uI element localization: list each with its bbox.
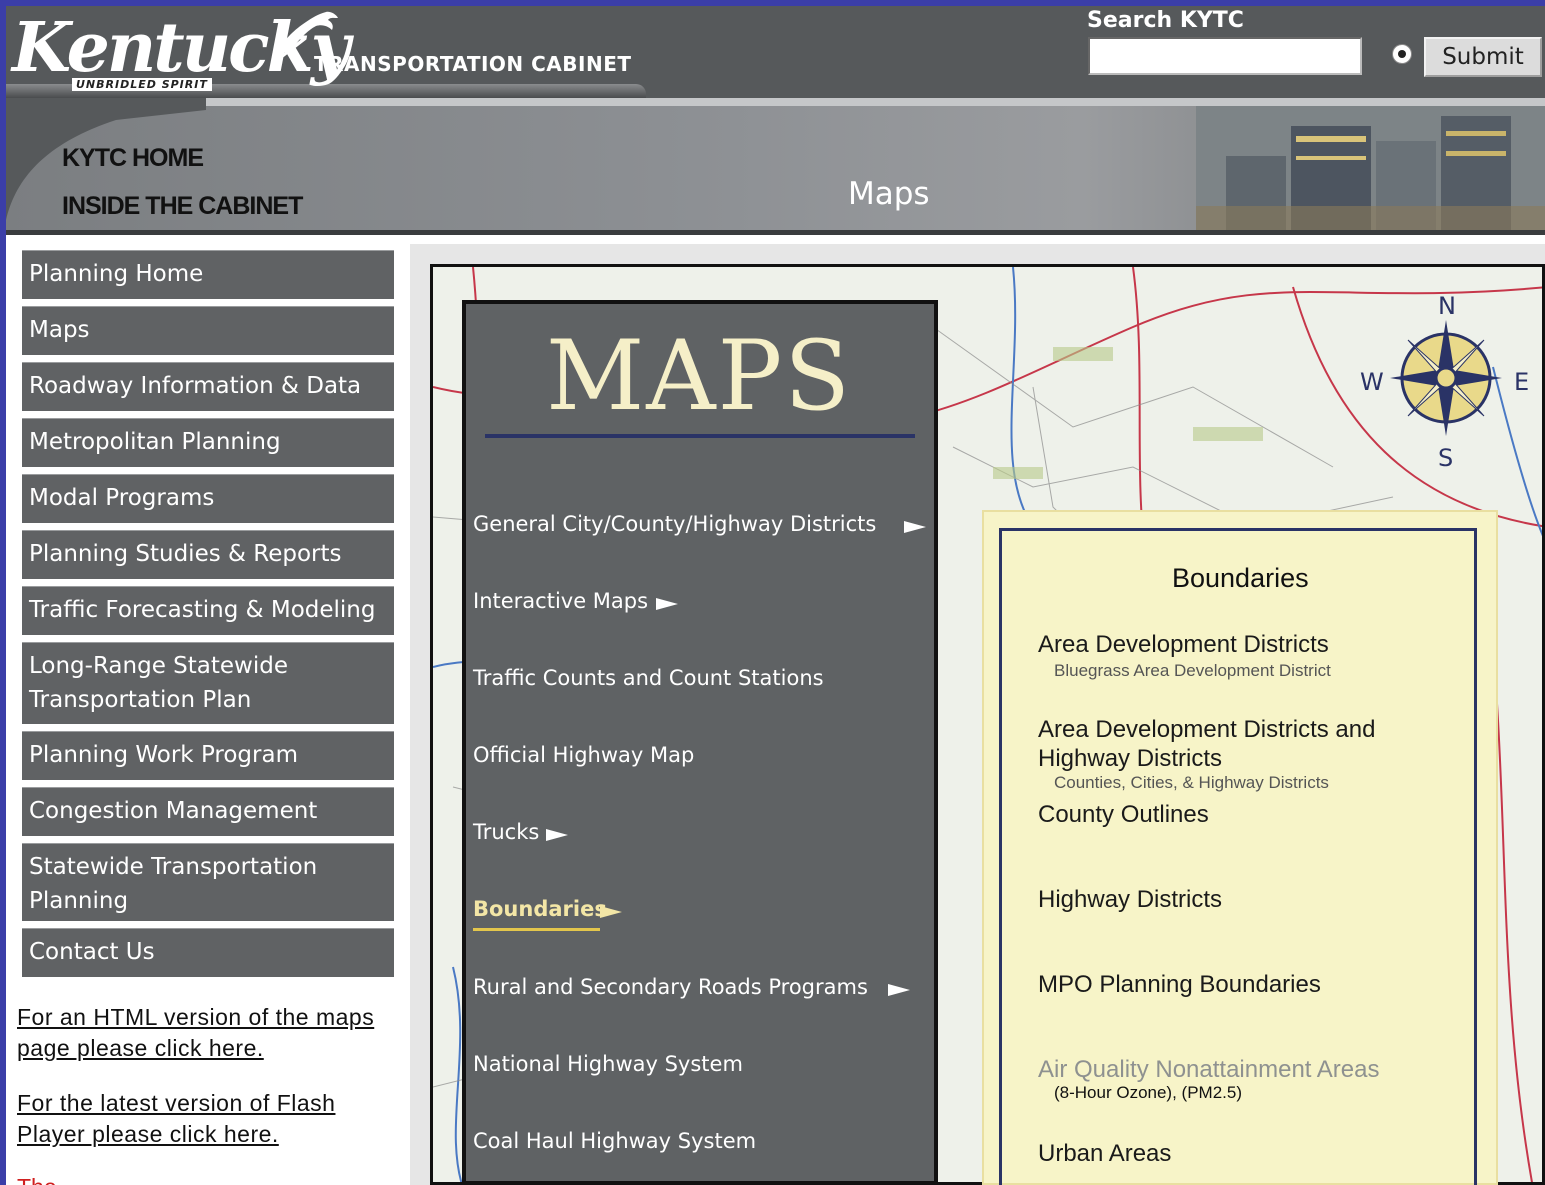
sidebar-item-traffic-forecasting[interactable]: Traffic Forecasting & Modeling bbox=[22, 586, 394, 635]
search-label: Search KYTC bbox=[1087, 8, 1244, 33]
sidebar-item-statewide-planning[interactable]: Statewide Transportation Planning bbox=[22, 843, 394, 921]
skyline-image bbox=[1196, 106, 1545, 234]
boundary-link-urban-areas[interactable]: Urban Areas bbox=[1038, 1139, 1171, 1168]
maps-item-trucks[interactable]: Trucks bbox=[473, 820, 539, 844]
maps-item-official-highway-map[interactable]: Official Highway Map bbox=[473, 743, 694, 767]
boundary-link-highway-districts[interactable]: Highway Districts bbox=[1038, 885, 1222, 914]
search-scope-radio[interactable] bbox=[1392, 44, 1412, 64]
boundary-desc-adds: Bluegrass Area Development District bbox=[1054, 661, 1331, 680]
sidebar-links: For an HTML version of the maps page ple… bbox=[17, 1002, 397, 1174]
sidebar-item-modal-programs[interactable]: Modal Programs bbox=[22, 474, 394, 523]
maps-title: MAPS bbox=[546, 320, 852, 432]
sidebar-item-maps[interactable]: Maps bbox=[22, 306, 394, 355]
compass-s-label: S bbox=[1438, 444, 1453, 472]
compass-rose-icon: N S E W bbox=[1360, 292, 1529, 472]
sidebar-item-congestion-management[interactable]: Congestion Management bbox=[22, 787, 394, 836]
maps-item-boundaries[interactable]: Boundaries bbox=[473, 897, 607, 921]
maps-item-rural-secondary-roads[interactable]: Rural and Secondary Roads Programs bbox=[473, 975, 868, 999]
maps-item-coal-haul-highway[interactable]: Coal Haul Highway System bbox=[473, 1129, 756, 1153]
submit-button[interactable]: Submit bbox=[1424, 37, 1542, 77]
logo-tagline: UNBRIDLED SPIRIT bbox=[72, 78, 212, 91]
sidebar-item-roadway-info[interactable]: Roadway Information & Data bbox=[22, 362, 394, 411]
boundary-desc-air-quality: (8-Hour Ozone), (PM2.5) bbox=[1054, 1083, 1242, 1102]
nav-inside-cabinet[interactable]: INSIDE THE CABINET bbox=[62, 192, 303, 221]
page-title: Maps bbox=[848, 176, 930, 212]
sidebar-item-metropolitan-planning[interactable]: Metropolitan Planning bbox=[22, 418, 394, 467]
sidebar-item-long-range-plan[interactable]: Long-Range Statewide Transportation Plan bbox=[22, 642, 394, 724]
boundary-link-air-quality[interactable]: Air Quality Nonattainment Areas bbox=[1038, 1055, 1380, 1084]
sidebar-item-planning-home[interactable]: Planning Home bbox=[22, 250, 394, 299]
sidebar-note: The bbox=[17, 1174, 57, 1185]
maps-item-interactive-maps[interactable]: Interactive Maps bbox=[473, 589, 648, 613]
sidebar-item-planning-studies[interactable]: Planning Studies & Reports bbox=[22, 530, 394, 579]
active-item-underline bbox=[473, 928, 600, 931]
arrow-right-icon bbox=[546, 829, 568, 841]
nav-band-border bbox=[6, 230, 1545, 235]
html-version-link[interactable]: For an HTML version of the maps page ple… bbox=[17, 1002, 397, 1064]
agency-name: TRANSPORTATION CABINET bbox=[314, 52, 632, 76]
maps-item-national-highway-system[interactable]: National Highway System bbox=[473, 1052, 743, 1076]
boundary-link-adds[interactable]: Area Development Districts bbox=[1038, 630, 1329, 659]
nav-kytc-home[interactable]: KYTC HOME bbox=[62, 144, 204, 173]
maps-title-rule bbox=[485, 434, 915, 438]
maps-item-general-districts[interactable]: General City/County/Highway Districts bbox=[473, 512, 876, 536]
flash-player-link[interactable]: For the latest version of Flash Player p… bbox=[17, 1088, 397, 1150]
page: Kentucky UNBRIDLED SPIRIT TRANSPORTATION… bbox=[6, 6, 1545, 1185]
sidebar-item-planning-work-program[interactable]: Planning Work Program bbox=[22, 731, 394, 780]
boundary-link-county-outlines[interactable]: County Outlines bbox=[1038, 800, 1209, 829]
horse-logo-icon bbox=[276, 11, 338, 53]
compass-w-label: W bbox=[1360, 368, 1384, 396]
arrow-right-icon bbox=[656, 598, 678, 610]
arrow-right-icon bbox=[600, 906, 622, 918]
boundary-desc-adds-highway-districts: Counties, Cities, & Highway Districts bbox=[1054, 773, 1329, 792]
compass-e-label: E bbox=[1514, 368, 1529, 396]
arrow-right-icon bbox=[888, 984, 910, 996]
arrow-right-icon bbox=[904, 521, 926, 533]
sidebar-item-contact-us[interactable]: Contact Us bbox=[22, 928, 394, 977]
maps-item-traffic-counts[interactable]: Traffic Counts and Count Stations bbox=[473, 666, 824, 690]
boundary-link-adds-highway-districts[interactable]: Area Development Districts and Highway D… bbox=[1038, 715, 1408, 773]
search-input[interactable] bbox=[1088, 37, 1362, 75]
compass-n-label: N bbox=[1438, 292, 1456, 320]
boundaries-title: Boundaries bbox=[1172, 563, 1309, 593]
boundary-link-mpo[interactable]: MPO Planning Boundaries bbox=[1038, 970, 1321, 999]
